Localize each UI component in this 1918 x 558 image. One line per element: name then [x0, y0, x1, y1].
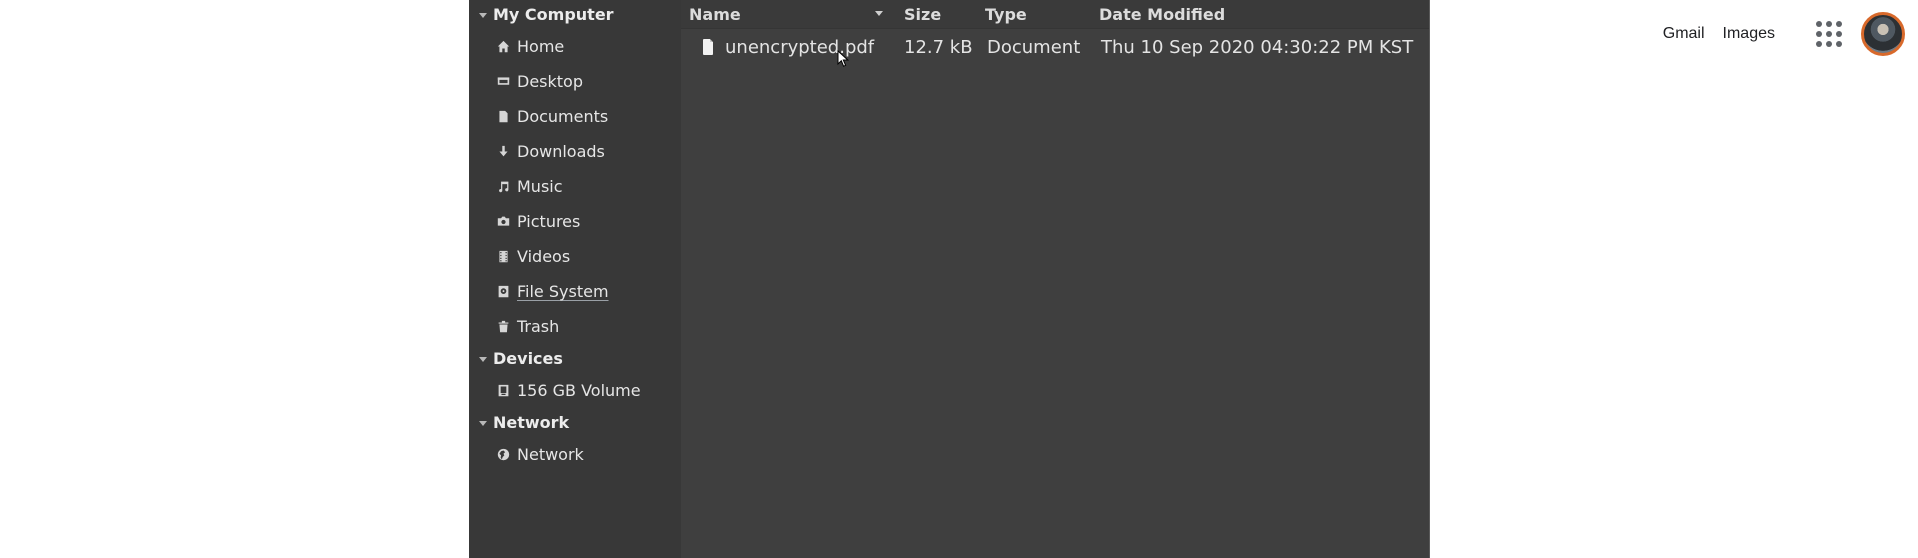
- home-icon: [496, 40, 510, 54]
- column-label: Date Modified: [1099, 4, 1226, 24]
- section-network[interactable]: Network: [469, 408, 681, 437]
- sidebar-item-pictures[interactable]: Pictures: [469, 204, 681, 239]
- sidebar-item-label: Pictures: [517, 212, 581, 231]
- sidebar-item-music[interactable]: Music: [469, 169, 681, 204]
- desktop-icon: [496, 75, 510, 89]
- column-header-name[interactable]: Name: [681, 0, 891, 28]
- file-type-cell: Document: [987, 36, 1081, 58]
- sidebar-item-156gb-volume[interactable]: 156 GB Volume: [469, 373, 681, 408]
- column-label: Type: [985, 4, 1027, 24]
- sidebar-item-label: 156 GB Volume: [517, 381, 641, 400]
- sidebar-item-downloads[interactable]: Downloads: [469, 134, 681, 169]
- file-size-cell: 12.7 kB: [904, 36, 973, 58]
- sidebar-item-label: Downloads: [517, 142, 605, 161]
- drive-icon: [496, 384, 510, 398]
- globe-icon: [496, 448, 510, 462]
- gmail-link[interactable]: Gmail: [1663, 25, 1705, 43]
- sidebar-item-label: Documents: [517, 107, 609, 126]
- sidebar-item-label: Music: [517, 177, 563, 196]
- file-row[interactable]: unencrypted.pdf 12.7 kB Document Thu 10 …: [681, 30, 1429, 64]
- sidebar-item-videos[interactable]: Videos: [469, 239, 681, 274]
- collapse-triangle-icon[interactable]: [479, 356, 487, 362]
- column-label: Name: [689, 4, 741, 24]
- sidebar-item-network[interactable]: Network: [469, 437, 681, 472]
- column-header-date-modified[interactable]: Date Modified: [1099, 0, 1429, 28]
- sidebar-item-documents[interactable]: Documents: [469, 99, 681, 134]
- section-my-computer[interactable]: My Computer: [469, 0, 681, 29]
- section-label: My Computer: [493, 5, 614, 24]
- column-header-bar: Name Size Type Date Modified: [681, 0, 1429, 29]
- sidebar-item-desktop[interactable]: Desktop: [469, 64, 681, 99]
- section-label: Network: [493, 413, 570, 432]
- download-icon: [496, 145, 510, 159]
- column-label: Size: [904, 4, 942, 24]
- sidebar-item-trash[interactable]: Trash: [469, 309, 681, 344]
- documents-icon: [496, 110, 510, 124]
- file-date-cell: Thu 10 Sep 2020 04:30:22 PM KST: [1101, 36, 1414, 58]
- file-name: unencrypted.pdf: [725, 36, 875, 58]
- section-label: Devices: [493, 349, 563, 368]
- camera-icon: [496, 215, 510, 229]
- apps-grid-icon[interactable]: [1809, 14, 1849, 54]
- sidebar-item-file-system[interactable]: File System: [469, 274, 681, 309]
- file-list-pane: Name Size Type Date Modified unencrypted…: [681, 0, 1429, 558]
- google-header: Gmail Images: [1663, 0, 1918, 68]
- sidebar-item-label: Videos: [517, 247, 571, 266]
- column-header-size[interactable]: Size: [901, 0, 983, 28]
- sidebar-item-label: Trash: [517, 317, 560, 336]
- collapse-triangle-icon[interactable]: [479, 12, 487, 18]
- collapse-triangle-icon[interactable]: [479, 420, 487, 426]
- sidebar-item-label: File System: [517, 282, 609, 301]
- sidebar: My Computer Home Desktop Documents Downl: [469, 0, 681, 558]
- mouse-cursor-icon: [837, 50, 850, 67]
- sidebar-item-label: Desktop: [517, 72, 583, 91]
- sidebar-item-home[interactable]: Home: [469, 29, 681, 64]
- account-avatar[interactable]: [1861, 12, 1905, 56]
- trash-icon: [496, 320, 510, 334]
- music-icon: [496, 180, 510, 194]
- file-manager-window: My Computer Home Desktop Documents Downl: [469, 0, 1430, 558]
- film-icon: [496, 250, 510, 264]
- section-devices[interactable]: Devices: [469, 344, 681, 373]
- drive-icon: [496, 285, 510, 299]
- sort-descending-icon: [875, 11, 883, 16]
- sidebar-item-label: Home: [517, 37, 565, 56]
- file-icon: [703, 39, 713, 55]
- sidebar-item-label: Network: [517, 445, 584, 464]
- column-header-type[interactable]: Type: [985, 0, 1100, 28]
- images-link[interactable]: Images: [1723, 25, 1775, 43]
